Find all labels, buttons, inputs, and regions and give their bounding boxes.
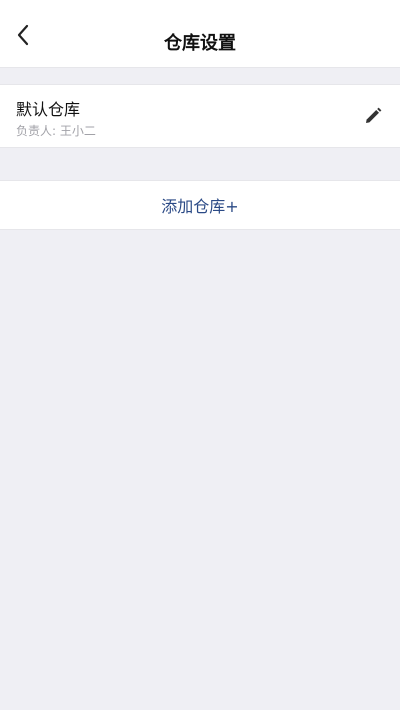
add-warehouse-row: 添加仓库+ xyxy=(0,180,400,230)
edit-warehouse-button[interactable] xyxy=(362,105,384,127)
top-navigation-bar: 仓库设置 xyxy=(0,0,400,68)
warehouse-owner: 负责人: 王小二 xyxy=(16,124,96,138)
add-warehouse-button[interactable]: 添加仓库+ xyxy=(161,193,238,217)
warehouse-list-item[interactable]: 默认仓库 负责人: 王小二 xyxy=(0,84,400,148)
warehouse-name: 默认仓库 xyxy=(16,100,81,119)
page-title: 仓库设置 xyxy=(164,33,236,54)
pencil-icon xyxy=(366,107,382,123)
